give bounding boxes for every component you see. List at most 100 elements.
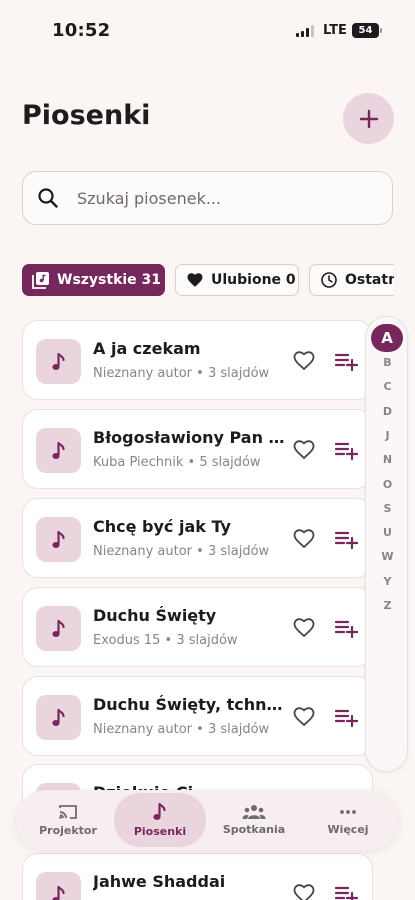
add-to-queue-button[interactable]: [333, 526, 359, 552]
library-icon: [32, 272, 49, 289]
heart-outline-icon: [293, 529, 315, 549]
favorite-button[interactable]: [291, 615, 317, 641]
search-box[interactable]: [22, 171, 393, 225]
add-to-queue-button[interactable]: [333, 348, 359, 374]
nav-projector[interactable]: Projektor: [22, 793, 114, 847]
filter-chip-all[interactable]: Wszystkie 31: [22, 264, 165, 296]
favorite-button[interactable]: [291, 526, 317, 552]
music-note-icon: [153, 802, 166, 820]
heart-icon: [187, 273, 203, 287]
cast-icon: [59, 805, 77, 819]
song-meta: Nieznany autor • 3 slajdów: [93, 366, 270, 381]
playlist-add-icon: [334, 886, 358, 900]
alphabet-index[interactable]: ABCDJNOSUWYZ: [365, 316, 408, 772]
song-title: Duchu Święty: [93, 606, 217, 625]
alphabet-letter-active[interactable]: A: [371, 324, 403, 352]
heart-outline-icon: [293, 351, 315, 371]
favorite-button[interactable]: [291, 348, 317, 374]
alphabet-letter[interactable]: O: [366, 478, 409, 491]
network-label: LTE: [323, 23, 347, 38]
song-card[interactable]: Błogosławiony Pan B... Kuba Piechnik • 5 …: [22, 409, 373, 489]
song-title: Chcę być jak Ty: [93, 517, 231, 536]
heart-outline-icon: [293, 707, 315, 727]
favorite-button[interactable]: [291, 881, 317, 900]
song-meta: Kuba Piechnik • 5 slajdów: [93, 455, 261, 470]
heart-outline-icon: [293, 440, 315, 460]
song-thumbnail: [36, 428, 81, 473]
song-title: Jahwe Shaddai: [93, 872, 226, 891]
favorite-button[interactable]: [291, 437, 317, 463]
alphabet-letter[interactable]: N: [366, 453, 409, 466]
song-meta: Exodus 15 • 3 slajdów: [93, 633, 238, 648]
music-note-icon: [51, 708, 65, 726]
search-input[interactable]: [77, 188, 367, 208]
alphabet-letter[interactable]: W: [366, 550, 409, 563]
status-bar: 10:52 LTE 54: [0, 0, 415, 60]
add-to-queue-button[interactable]: [333, 437, 359, 463]
bottom-nav: Projektor Piosenki Spotkania Więcej: [16, 790, 398, 850]
filter-chip-recent[interactable]: Ostatn: [309, 264, 394, 296]
status-time: 10:52: [52, 20, 111, 41]
music-note-icon: [51, 352, 65, 370]
music-note-icon: [51, 530, 65, 548]
nav-label: Piosenki: [133, 825, 187, 838]
heart-outline-icon: [293, 884, 315, 900]
alphabet-letter[interactable]: Y: [366, 575, 409, 588]
playlist-add-icon: [334, 353, 358, 372]
page-title: Piosenki: [22, 100, 151, 131]
song-card[interactable]: A ja czekam Nieznany autor • 3 slajdów: [22, 320, 373, 400]
alphabet-letter[interactable]: B: [366, 356, 409, 369]
plus-icon: [359, 109, 378, 128]
song-meta: Nieznany autor • 3 slajdów: [93, 722, 270, 737]
filter-chip-label: Ostatn: [345, 272, 394, 288]
song-thumbnail: [36, 606, 81, 651]
song-card[interactable]: Jahwe Shaddai: [22, 853, 373, 900]
battery-icon: 54: [352, 23, 382, 38]
more-dots-icon: [340, 810, 356, 814]
song-thumbnail: [36, 517, 81, 562]
favorite-button[interactable]: [291, 704, 317, 730]
music-note-icon: [51, 441, 65, 459]
song-card[interactable]: Duchu Święty, tchnie... Nieznany autor • …: [22, 676, 373, 756]
music-note-icon: [51, 619, 65, 637]
nav-songs[interactable]: Piosenki: [114, 793, 206, 847]
song-title: Błogosławiony Pan B...: [93, 428, 285, 447]
add-to-queue-button[interactable]: [333, 615, 359, 641]
song-meta: Nieznany autor • 3 slajdów: [93, 544, 270, 559]
nav-meetings[interactable]: Spotkania: [208, 793, 300, 847]
search-icon: [38, 188, 58, 208]
alphabet-letter[interactable]: C: [366, 380, 409, 393]
song-thumbnail: [36, 339, 81, 384]
playlist-add-icon: [334, 442, 358, 461]
playlist-add-icon: [334, 709, 358, 728]
song-title: A ja czekam: [93, 339, 201, 358]
heart-outline-icon: [293, 618, 315, 638]
filter-chip-label: Ulubione 0: [211, 272, 296, 288]
alphabet-letter[interactable]: J: [366, 429, 409, 442]
signal-icon: [296, 25, 314, 37]
alphabet-letter[interactable]: Z: [366, 599, 409, 612]
song-thumbnail: [36, 872, 81, 900]
nav-more[interactable]: Więcej: [302, 793, 394, 847]
filter-chip-favorites[interactable]: Ulubione 0: [175, 264, 299, 296]
alphabet-letter[interactable]: D: [366, 405, 409, 418]
playlist-add-icon: [334, 620, 358, 639]
filter-chips: Wszystkie 31 Ulubione 0 Ostatn: [22, 264, 394, 296]
filter-chip-label: Wszystkie 31: [57, 272, 162, 288]
nav-label: Projektor: [39, 824, 97, 837]
add-to-queue-button[interactable]: [333, 881, 359, 900]
song-thumbnail: [36, 695, 81, 740]
music-note-icon: [51, 885, 65, 900]
nav-label: Więcej: [327, 823, 369, 836]
song-card[interactable]: Duchu Święty Exodus 15 • 3 slajdów: [22, 587, 373, 667]
song-card[interactable]: Chcę być jak Ty Nieznany autor • 3 slajdó…: [22, 498, 373, 578]
clock-icon: [321, 272, 337, 288]
alphabet-letter[interactable]: U: [366, 526, 409, 539]
add-to-queue-button[interactable]: [333, 704, 359, 730]
playlist-add-icon: [334, 531, 358, 550]
group-icon: [242, 805, 266, 819]
alphabet-letter[interactable]: S: [366, 502, 409, 515]
nav-label: Spotkania: [222, 823, 286, 836]
add-song-button[interactable]: [343, 93, 394, 144]
song-title: Duchu Święty, tchnie...: [93, 695, 285, 714]
